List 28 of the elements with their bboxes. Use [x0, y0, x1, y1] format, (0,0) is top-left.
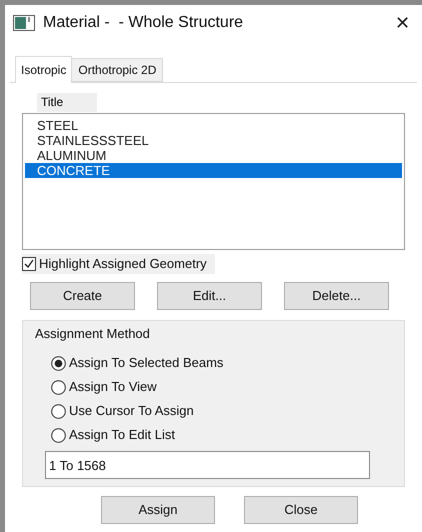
- radio-button[interactable]: [51, 428, 66, 442]
- radio-button[interactable]: [51, 356, 66, 370]
- radio-button[interactable]: [51, 380, 66, 394]
- window-title: Material - - Whole Structure: [43, 13, 244, 33]
- radio-label: Use Cursor To Assign: [69, 402, 194, 420]
- highlight-checkbox-row[interactable]: Highlight Assigned Geometry: [22, 254, 215, 274]
- radio-label: Assign To Selected Beams: [69, 354, 224, 372]
- checkbox[interactable]: [22, 257, 36, 271]
- column-header: Title: [37, 93, 97, 112]
- action-button[interactable]: Edit...: [157, 282, 262, 310]
- list-item[interactable]: CONCRETE: [25, 163, 402, 178]
- app-icon: [13, 15, 35, 31]
- list-item[interactable]: STEEL: [25, 118, 402, 133]
- radio-label: Assign To View: [69, 378, 157, 396]
- list-item[interactable]: STAINLESSSTEEL: [25, 133, 402, 148]
- checkbox-label: Highlight Assigned Geometry: [39, 255, 207, 274]
- edit-list-field[interactable]: 1 To 1568: [45, 451, 370, 479]
- tab[interactable]: Orthotropic 2D: [72, 58, 164, 82]
- radio-label: Assign To Edit List: [69, 426, 175, 444]
- dialog-button[interactable]: Close: [244, 496, 358, 524]
- radio-button[interactable]: [51, 404, 66, 418]
- close-button[interactable]: ✕: [391, 10, 414, 36]
- action-button[interactable]: Delete...: [284, 282, 389, 310]
- list-item[interactable]: ALUMINUM: [25, 148, 402, 163]
- tab[interactable]: Isotropic: [15, 56, 72, 83]
- dialog-button[interactable]: Assign: [101, 496, 215, 524]
- group-title: Assignment Method: [35, 325, 151, 343]
- action-button[interactable]: Create: [30, 282, 135, 310]
